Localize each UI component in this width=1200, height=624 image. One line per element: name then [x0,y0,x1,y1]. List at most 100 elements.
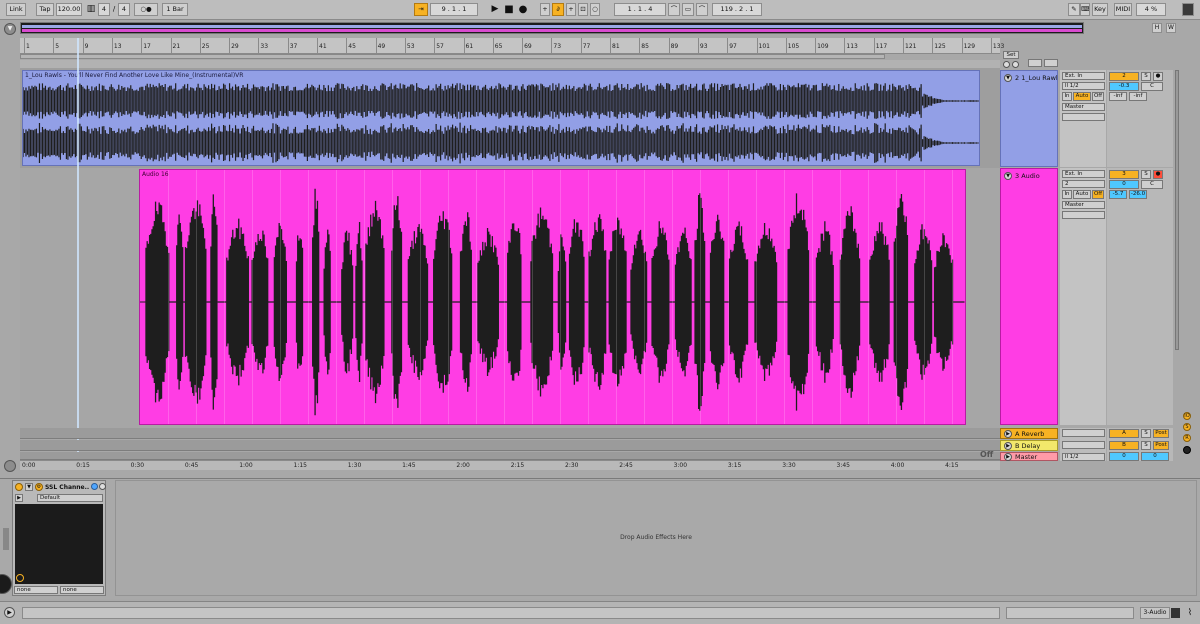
arm-icon[interactable]: ● [1153,170,1163,179]
volume-field[interactable]: -0.3 [1109,82,1139,91]
return-a-solo[interactable]: S [1141,429,1151,438]
pan-field[interactable]: C [1141,180,1163,189]
macro-select-a[interactable]: none [14,586,58,594]
automation-off-label[interactable]: Off [980,450,1000,460]
signature-denominator[interactable]: 4 [118,3,130,16]
selected-track-label[interactable]: 3-Audio [1140,607,1170,619]
pan-field[interactable]: C [1141,82,1163,91]
track-activator[interactable]: 2 [1109,72,1139,81]
master-lane[interactable] [20,452,1000,460]
monitor-in-button[interactable]: In [1062,92,1072,101]
nudge-icon[interactable]: ▥ [84,3,98,16]
automation-arm-icon[interactable]: ∂ [552,3,564,16]
monitor-auto-button[interactable]: Auto [1073,92,1091,101]
follow-icon[interactable]: ⇥ [414,3,428,16]
fold-icon[interactable]: ▶ [1004,453,1012,461]
fold-all-icon[interactable] [1044,59,1058,67]
input-channel-select[interactable]: 2 [1062,180,1105,188]
show-returns-icon[interactable]: R [1183,434,1191,442]
beat-time-ruler[interactable]: 1 5 9 13 17 21 25 29 33 37 41 45 49 53 57 61 65 69 73 77 81 8… [20,38,1004,54]
volume-field[interactable]: 0 [1109,180,1139,189]
audio-clip-lou-rawls[interactable]: 1_Lou Rawls - You'll Never Find Another … [22,70,980,166]
macro-select-b[interactable]: none [60,586,104,594]
return-header-reverb[interactable]: ▶ A Reverb [1000,428,1058,439]
arrangement-position[interactable]: 9 . 1 . 1 [430,3,478,16]
device-unfold-icon[interactable]: ▶ [15,494,23,502]
input-type-select[interactable]: Ext. In [1062,170,1105,178]
zoom-to-fit-icon[interactable] [1028,59,1042,67]
device-fold-icon[interactable]: ▼ [25,483,33,491]
view-toggle-icon[interactable] [1171,608,1180,618]
show-sends-icon[interactable]: S [1183,423,1191,431]
return-a-post[interactable]: Post [1153,429,1169,438]
signature-numerator[interactable]: 4 [98,3,110,16]
track-activator[interactable]: 3 [1109,170,1139,179]
output-channel-select[interactable] [1062,113,1105,121]
next-locator-icon[interactable] [1012,61,1019,68]
record-icon[interactable]: ● [516,3,530,16]
device-link-icon[interactable] [91,483,98,490]
device-settings-icon[interactable] [99,483,106,490]
tap-tempo-button[interactable]: Tap [36,3,54,16]
master-name[interactable]: Master [1015,453,1037,461]
return-lane-reverb[interactable] [20,428,1000,439]
track-name[interactable]: 2 1_Lou Rawl [1015,74,1058,82]
return-b-solo[interactable]: S [1141,441,1151,450]
vertical-scrollbar[interactable] [1175,70,1179,350]
return-b-post[interactable]: Post [1153,441,1169,450]
time-ruler-toggle-icon[interactable] [4,460,16,472]
monitor-auto-button[interactable]: Auto [1073,190,1091,199]
plugin-edit-icon[interactable]: ⚙ [35,483,43,491]
return-lane-delay[interactable] [20,440,1000,451]
solo-button[interactable]: S [1141,170,1151,179]
hw-h-button[interactable]: H [1152,23,1162,33]
audio-clip-audio-16[interactable]: Audio 16 [139,169,966,425]
loop-icon[interactable]: ▭ [682,3,694,16]
hw-w-button[interactable]: W [1166,23,1176,33]
midi-map-button[interactable]: MIDI [1114,3,1132,16]
collapse-overview-icon[interactable]: ▼ [4,23,16,35]
preset-select[interactable]: Default [37,494,103,502]
prev-locator-icon[interactable] [1003,61,1010,68]
loop-length-field[interactable]: 119 . 2 . 1 [712,3,762,16]
output-channel-select[interactable] [1062,211,1105,219]
reenable-automation-icon[interactable]: + [566,3,576,16]
track-name[interactable]: 3 Audio [1015,172,1040,180]
arm-icon[interactable]: ● [1153,72,1163,81]
track-header-audio[interactable]: ▼ 3 Audio [1000,168,1058,425]
return-b-output[interactable] [1062,441,1105,449]
return-header-delay[interactable]: ▶ B Delay [1000,440,1058,451]
overdub-icon[interactable]: + [540,3,550,16]
draw-mode-icon[interactable]: ✎ [1068,3,1080,16]
fold-icon[interactable]: ▼ [1004,74,1012,82]
punch-out-icon[interactable]: ⌒ [696,3,708,16]
input-type-select[interactable]: Ext. In [1062,72,1105,80]
punch-in-icon[interactable]: ⌒ [668,3,680,16]
output-select[interactable]: Master [1062,103,1105,111]
master-volume-left[interactable]: 0 [1109,452,1139,461]
return-name[interactable]: B Delay [1015,442,1040,450]
output-select[interactable]: Master [1062,201,1105,209]
return-b-activator[interactable]: B [1109,441,1139,450]
loop-brace[interactable] [20,54,885,59]
arrangement-overview[interactable] [20,22,1084,34]
show-mixer-icon[interactable] [1183,446,1191,454]
track-header-lou-rawl[interactable]: ▼ 2 1_Lou Rawl [1000,70,1058,167]
monitor-in-button[interactable]: In [1062,190,1072,199]
plugin-display[interactable] [15,504,103,584]
return-name[interactable]: A Reverb [1015,430,1044,438]
key-map-button[interactable]: Key [1092,3,1108,16]
set-locator-button[interactable]: Set [1003,51,1019,59]
session-record-icon[interactable]: ○ [590,3,600,16]
stop-icon[interactable]: ■ [502,3,516,16]
capture-icon[interactable]: ⊡ [578,3,588,16]
device-scroll-handle[interactable] [3,528,9,550]
fold-icon[interactable]: ▼ [1004,172,1012,180]
input-channel-select[interactable]: ll 1/2 [1062,82,1105,90]
master-volume-right[interactable]: 0 [1141,452,1169,461]
play-icon[interactable]: ▶ [488,3,502,16]
link-button[interactable]: Link [6,3,26,16]
monitor-off-button[interactable]: Off [1092,190,1104,199]
monitor-off-button[interactable]: Off [1092,92,1104,101]
quantize-select[interactable]: 1 Bar [162,3,188,16]
